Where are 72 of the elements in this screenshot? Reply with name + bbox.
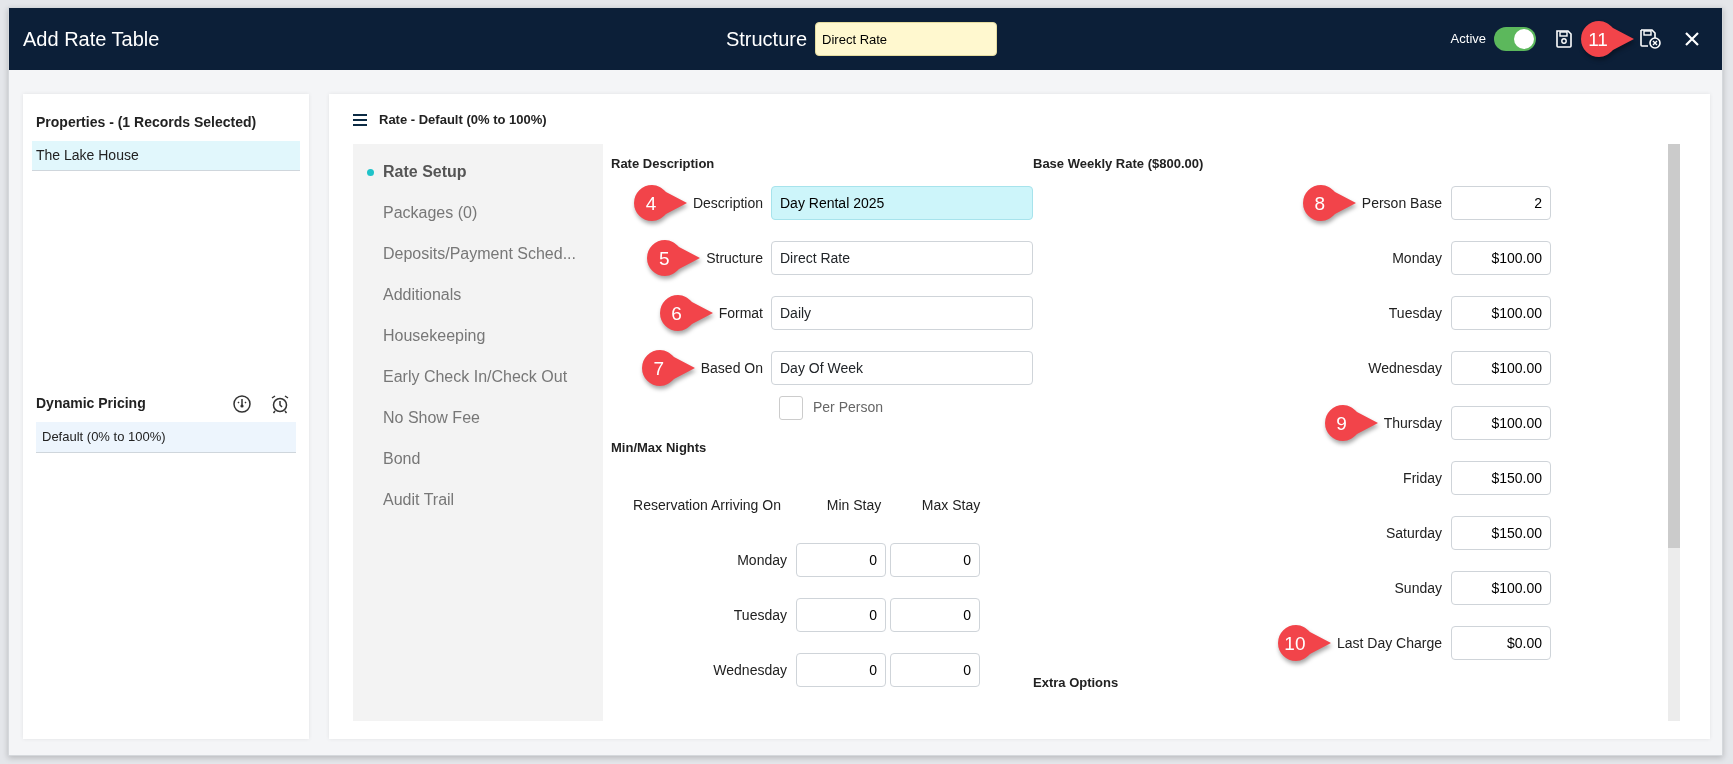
gauge-icon[interactable] (232, 393, 252, 414)
section-title: Rate Description (611, 154, 716, 173)
input-field[interactable]: 0 (796, 653, 886, 687)
section-title: Properties - (1 Records Selected) (35, 113, 258, 132)
pricing-item[interactable]: Default (0% to 100%) (36, 422, 296, 453)
structure-field[interactable]: Direct Rate (815, 22, 998, 56)
input-field[interactable]: 0 (796, 543, 886, 577)
input-field[interactable]: 0 (796, 598, 886, 632)
input-field[interactable]: $100.00 (1451, 351, 1551, 385)
column-header: Reservation Arriving On (632, 495, 782, 515)
field-label: Structure (706, 248, 763, 268)
nav-item[interactable]: Early Check In/Check Out (383, 365, 568, 389)
select-field[interactable]: Day Of Week (771, 351, 1033, 385)
input-field[interactable]: 2 (1451, 186, 1551, 220)
structure-label: Structure (725, 27, 808, 52)
active-label: Active (1450, 30, 1486, 49)
input-field[interactable]: 0 (890, 653, 980, 687)
menu-icon[interactable] (353, 113, 367, 126)
input-field[interactable]: $0.00 (1451, 626, 1551, 660)
column-header: Min Stay (825, 495, 883, 515)
field-label: Friday (1403, 468, 1442, 488)
save-icon[interactable] (1554, 29, 1574, 49)
nav-item[interactable]: Bond (383, 447, 421, 471)
section-title: Dynamic Pricing (36, 394, 147, 413)
select-field[interactable]: Direct Rate (771, 241, 1033, 275)
scrollbar[interactable] (1668, 143, 1680, 721)
input-field[interactable]: $100.00 (1451, 296, 1551, 330)
section-title: Base Weekly Rate ($800.00) (1033, 154, 1205, 173)
row-label: Tuesday (732, 605, 788, 625)
alarm-clock-icon[interactable] (270, 393, 290, 414)
input-field[interactable]: $100.00 (1451, 406, 1551, 440)
row-label: Monday (736, 550, 788, 570)
column-header: Max Stay (920, 495, 982, 515)
rate-title: Rate - Default (0% to 100%) (379, 111, 547, 129)
field-label: Format (718, 303, 763, 323)
section-title: Min/Max Nights (611, 438, 708, 457)
scrollbar-thumb[interactable] (1668, 143, 1680, 548)
input-field[interactable]: $100.00 (1451, 571, 1551, 605)
field-label: Last Day Charge (1336, 633, 1442, 653)
field-label: Description (692, 193, 763, 213)
input-field[interactable]: $150.00 (1451, 461, 1551, 495)
close-icon[interactable] (1684, 31, 1700, 47)
field-label: Tuesday (1388, 303, 1442, 323)
row-label: Wednesday (712, 660, 788, 680)
nav-item[interactable]: Packages (0) (383, 201, 478, 225)
nav-item[interactable]: Deposits/Payment Sched... (383, 242, 576, 266)
section-title: Extra Options (1033, 673, 1120, 692)
input-field[interactable]: Day Rental 2025 (771, 186, 1033, 220)
callout-marker: 11 (1578, 18, 1636, 60)
nav-item[interactable]: No Show Fee (383, 406, 480, 430)
field-label: Person Base (1361, 193, 1442, 213)
input-field[interactable]: 0 (890, 598, 980, 632)
active-toggle[interactable] (1494, 27, 1536, 51)
checkbox[interactable] (779, 395, 803, 420)
input-field[interactable]: $100.00 (1451, 241, 1551, 275)
input-field[interactable]: $150.00 (1451, 516, 1551, 550)
nav-item[interactable]: Additionals (383, 283, 462, 307)
nav-item[interactable]: Housekeeping (383, 324, 486, 348)
nav-item[interactable]: Audit Trail (383, 488, 455, 512)
input-field[interactable]: 0 (890, 543, 980, 577)
field-label: Thursday (1383, 413, 1442, 433)
field-label: Sunday (1394, 578, 1442, 598)
property-item[interactable]: The Lake House (32, 141, 300, 171)
checkbox-label: Per Person (813, 398, 884, 417)
select-field[interactable]: Daily (771, 296, 1033, 330)
field-label: Based On (700, 358, 763, 378)
field-label: Monday (1392, 248, 1442, 268)
field-label: Saturday (1385, 523, 1442, 543)
nav-item[interactable]: Rate Setup (383, 160, 467, 184)
window-title: Add Rate Table (23, 27, 160, 52)
floppy-circle-icon[interactable] (1638, 28, 1662, 50)
field-label: Wednesday (1368, 358, 1442, 378)
